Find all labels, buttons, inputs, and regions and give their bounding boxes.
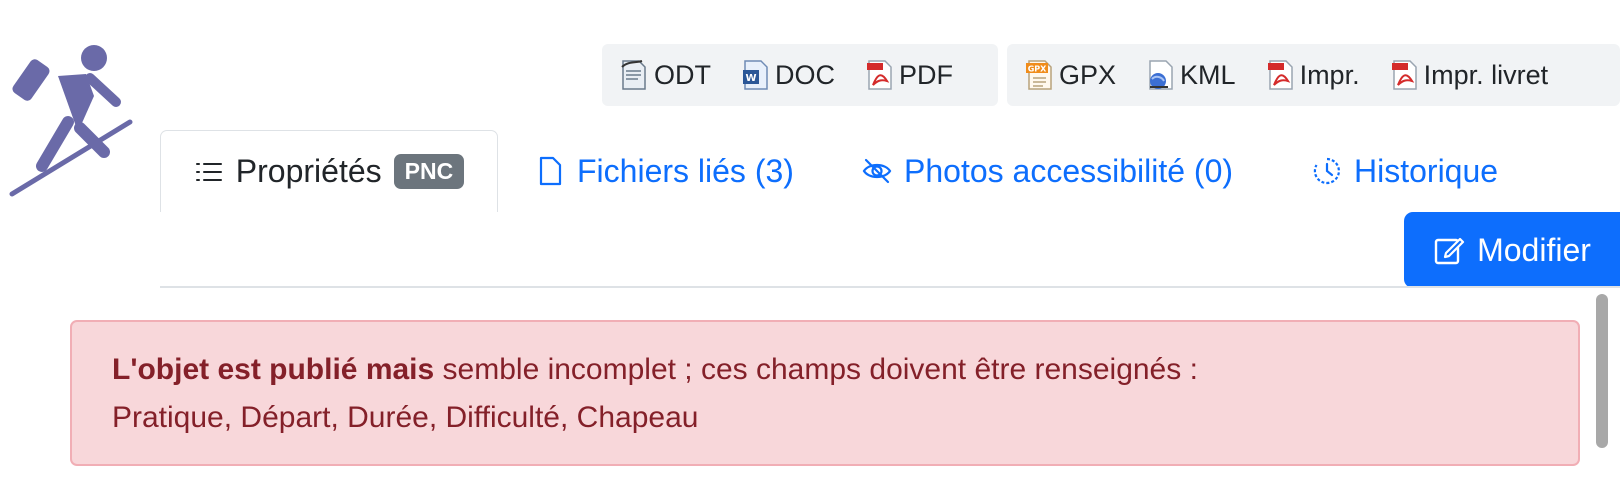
pdf-file-icon — [1391, 60, 1417, 90]
download-kml-label: KML — [1180, 59, 1236, 90]
pnc-badge: PNC — [393, 153, 465, 190]
download-doc-label: DOC — [775, 59, 835, 90]
pdf-file-icon — [867, 60, 892, 90]
download-odt-button[interactable]: ODT — [602, 44, 726, 106]
tab-history-label: Historique — [1354, 152, 1499, 189]
alert-text: semble incomplet ; ces champs doivent êt… — [434, 353, 1198, 386]
vertical-scrollbar[interactable] — [1592, 290, 1612, 502]
export-group-formats: GPX GPX KML Impr. Impr. livret — [1007, 44, 1620, 106]
pdf-file-icon — [1267, 60, 1293, 90]
hiker-icon — [9, 45, 133, 197]
modify-button[interactable]: Modifier — [1404, 212, 1620, 288]
kml-file-icon — [1149, 60, 1173, 90]
download-gpx-button[interactable]: GPX GPX — [1007, 44, 1131, 106]
tab-history[interactable]: Historique — [1312, 130, 1498, 212]
file-icon — [539, 156, 562, 186]
eye-slash-icon — [862, 158, 892, 184]
gpx-file-icon: GPX — [1026, 60, 1052, 90]
app-logo — [8, 32, 136, 204]
clock-history-icon — [1313, 157, 1340, 185]
tab-properties-label: Propriétés — [235, 153, 382, 189]
print-button[interactable]: Impr. — [1251, 44, 1375, 106]
pencil-square-icon — [1434, 237, 1465, 265]
download-doc-button[interactable]: W DOC — [726, 44, 850, 106]
download-gpx-label: GPX — [1059, 59, 1117, 90]
alert-message: L'objet est publié mais semble incomplet… — [112, 346, 1538, 394]
svg-text:W: W — [745, 73, 756, 84]
incomplete-warning-alert: L'objet est publié mais semble incomplet… — [70, 320, 1580, 466]
download-kml-button[interactable]: KML — [1131, 44, 1251, 106]
tab-properties[interactable]: Propriétés PNC — [160, 130, 498, 212]
scrollbar-thumb[interactable] — [1596, 294, 1608, 448]
svg-text:GPX: GPX — [1028, 65, 1047, 74]
alert-missing-fields: Pratique, Départ, Durée, Difficulté, Cha… — [112, 401, 699, 434]
detail-tabs: Propriétés PNC Fichiers liés (3) Photos … — [160, 130, 1620, 212]
print-booklet-label: Impr. livret — [1423, 59, 1549, 90]
tab-accessibility-photos[interactable]: Photos accessibilité (0) — [862, 130, 1233, 212]
download-odt-label: ODT — [654, 59, 711, 90]
download-pdf-button[interactable]: PDF — [850, 44, 968, 106]
tab-accessibility-photos-label: Photos accessibilité (0) — [904, 152, 1234, 189]
print-booklet-button[interactable]: Impr. livret — [1375, 44, 1564, 106]
print-label: Impr. — [1299, 59, 1360, 90]
export-group-documents: ODT W DOC PDF — [602, 44, 998, 106]
tab-linked-files-label: Fichiers liés (3) — [577, 152, 794, 189]
download-pdf-label: PDF — [899, 59, 953, 90]
list-icon — [195, 162, 222, 181]
tabs-divider — [160, 286, 1620, 288]
tab-linked-files[interactable]: Fichiers liés (3) — [535, 130, 794, 212]
alert-bold-text: L'objet est publié mais — [112, 353, 435, 386]
odt-file-icon — [621, 60, 646, 90]
doc-file-icon: W — [743, 60, 768, 90]
modify-label: Modifier — [1477, 231, 1591, 268]
